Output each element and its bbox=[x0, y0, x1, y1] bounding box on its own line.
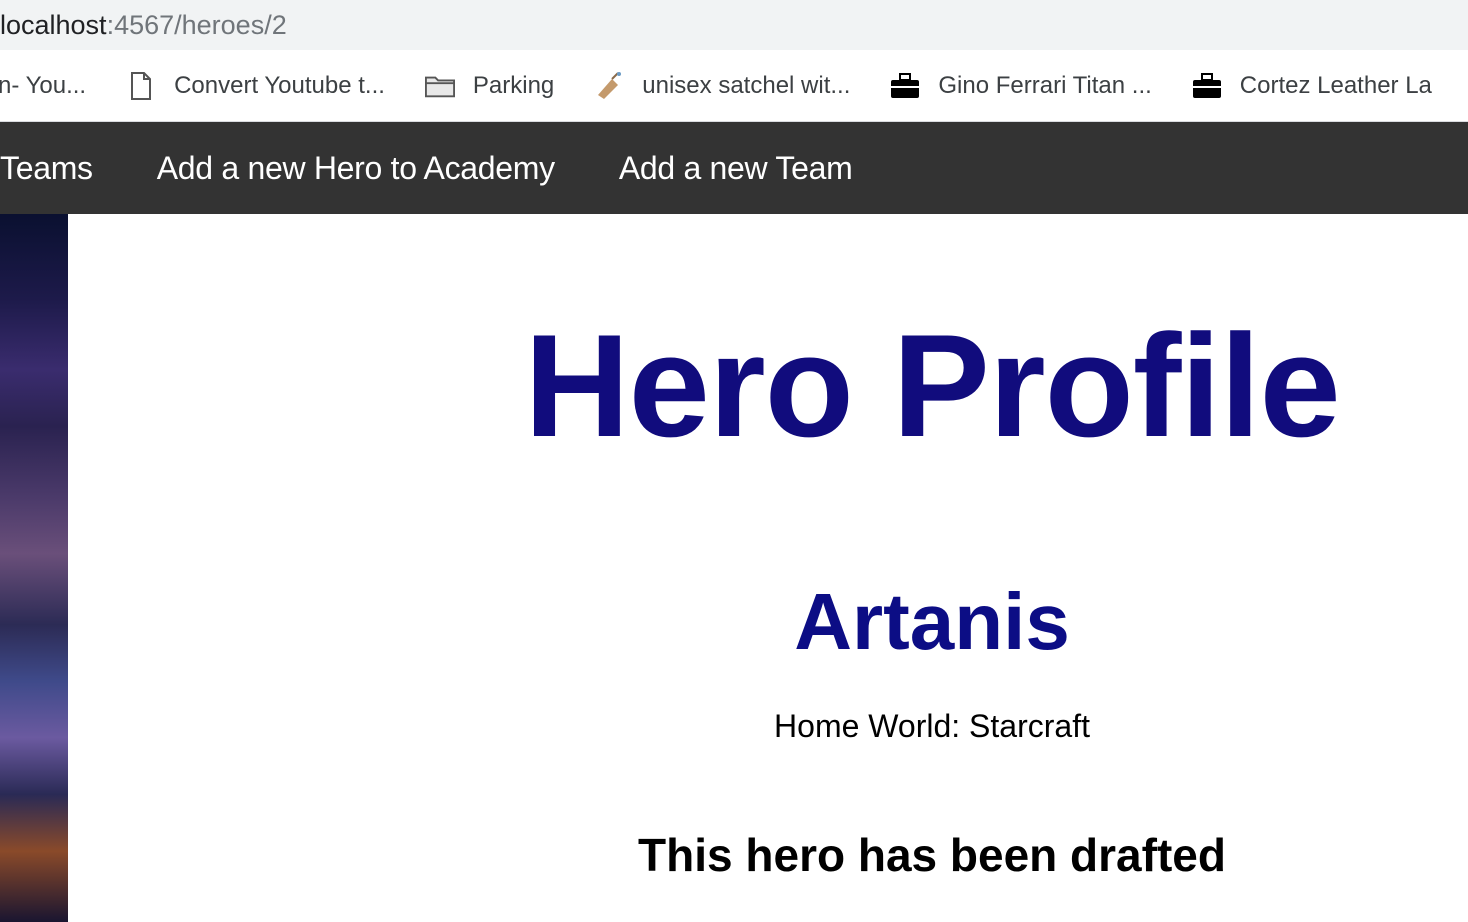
bookmark-label: Cortez Leather La bbox=[1239, 71, 1432, 99]
briefcase-favicon bbox=[1192, 71, 1222, 101]
main-content: Hero Profile Artanis Home World: Starcra… bbox=[68, 214, 1468, 922]
address-bar[interactable]: localhost:4567/heroes/2 bbox=[0, 0, 1468, 50]
bookmark-label: Convert Youtube t... bbox=[174, 71, 385, 99]
bookmark-item[interactable]: Convert Youtube t... bbox=[126, 50, 385, 121]
hero-name: Artanis bbox=[794, 577, 1070, 666]
bookmark-item[interactable]: Gino Ferrari Titan ... bbox=[890, 50, 1152, 121]
satchel-favicon bbox=[594, 71, 624, 101]
briefcase-favicon bbox=[890, 71, 920, 101]
nav-link-add-hero[interactable]: Add a new Hero to Academy bbox=[157, 150, 555, 187]
bookmark-label: unisex satchel wit... bbox=[642, 71, 851, 99]
url-host: localhost bbox=[0, 9, 107, 40]
page-title: Hero Profile bbox=[524, 304, 1341, 467]
background-hero-image bbox=[0, 214, 68, 922]
site-navbar: Teams Add a new Hero to Academy Add a ne… bbox=[0, 122, 1468, 214]
url-path: :4567/heroes/2 bbox=[106, 9, 287, 40]
bookmark-label: Parking bbox=[472, 71, 555, 99]
bookmark-item[interactable]: Cortez Leather La bbox=[1192, 50, 1432, 121]
bookmark-item[interactable]: Parking bbox=[424, 50, 555, 121]
draft-status: This hero has been drafted bbox=[638, 829, 1226, 881]
nav-link-teams[interactable]: Teams bbox=[0, 150, 93, 187]
folder-icon bbox=[424, 71, 455, 101]
page-icon bbox=[126, 71, 156, 101]
bookmark-item[interactable]: n- You... bbox=[0, 50, 86, 121]
home-world-text: Home World: Starcraft bbox=[774, 708, 1090, 744]
bookmark-label: n- You... bbox=[0, 71, 87, 99]
nav-link-add-team[interactable]: Add a new Team bbox=[619, 150, 853, 187]
bookmark-item[interactable]: unisex satchel wit... bbox=[594, 50, 850, 121]
bookmarks-bar: n- You... Convert Youtube t... Parking u… bbox=[0, 50, 1468, 122]
bookmark-label: Gino Ferrari Titan ... bbox=[938, 71, 1152, 99]
